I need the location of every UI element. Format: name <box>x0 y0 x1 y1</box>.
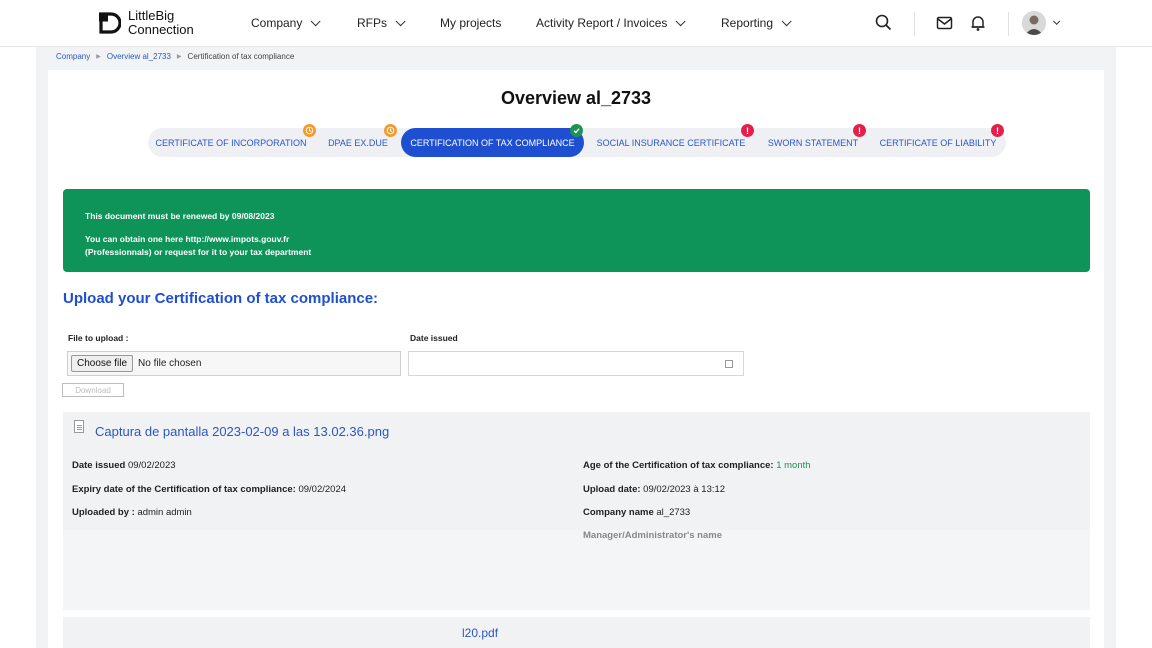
manager-name-field: Manager/Administrator's name <box>583 530 722 541</box>
logo-mark-icon <box>97 11 122 35</box>
breadcrumb-company[interactable]: Company <box>56 52 90 61</box>
pending-clock-icon <box>384 124 397 137</box>
pending-clock-icon <box>303 124 316 137</box>
breadcrumb: Company ▶ Overview al_2733 ▶ Certificati… <box>56 52 294 61</box>
search-icon[interactable] <box>874 13 894 33</box>
date-issued-label: Date issued <box>410 333 458 343</box>
nav-rfps[interactable]: RFPs <box>357 15 406 30</box>
field-label: Date issued <box>72 460 126 471</box>
calendar-icon[interactable] <box>725 360 733 368</box>
tab-certificate-of-liability[interactable]: CERTIFICATE OF LIABILITY <box>872 128 1004 157</box>
field-label: Company name <box>583 507 654 518</box>
field-value: 09/02/2024 <box>298 484 347 495</box>
avatar[interactable] <box>1022 11 1046 35</box>
nav-rfps-label: RFPs <box>357 16 387 30</box>
file-icon <box>74 420 84 433</box>
header-divider <box>914 12 915 36</box>
nav-my-projects-label: My projects <box>440 16 502 30</box>
date-issued-input[interactable] <box>408 351 744 376</box>
file-upload-label: File to upload : <box>68 333 129 343</box>
check-icon <box>570 124 583 137</box>
breadcrumb-overview[interactable]: Overview al_2733 <box>107 52 171 61</box>
nav-company[interactable]: Company <box>251 15 321 30</box>
tab-label: CERTIFICATE OF LIABILITY <box>879 137 997 148</box>
tab-label: SOCIAL INSURANCE CERTIFICATE <box>596 137 746 148</box>
notice-obtain-detail: (Professionnals) or request for it to yo… <box>85 247 312 257</box>
notice-renewal-date: This document must be renewed by 09/08/2… <box>85 211 275 221</box>
page: LittleBig Connection Company RFPs My pro… <box>0 0 1152 648</box>
nav-activity-report-label: Activity Report / Invoices <box>536 16 668 30</box>
field-value: 09/02/2023 à 13:12 <box>643 484 726 495</box>
field-value: admin admin <box>137 507 192 518</box>
next-document-filename-link[interactable]: l20.pdf <box>462 626 498 640</box>
next-document-record <box>63 617 1090 648</box>
tab-social-insurance-certificate[interactable]: SOCIAL INSURANCE CERTIFICATE <box>588 128 754 157</box>
chevron-down-icon <box>676 15 686 26</box>
tab-label: CERTIFICATION OF TAX COMPLIANCE <box>410 137 575 148</box>
tab-label: DPAE EX.DUE <box>328 137 388 148</box>
nav-my-projects[interactable]: My projects <box>440 16 501 30</box>
alert-icon: ! <box>991 124 1004 137</box>
alert-icon: ! <box>853 124 866 137</box>
nav-activity-report[interactable]: Activity Report / Invoices <box>536 15 686 30</box>
nav-reporting-label: Reporting <box>721 16 774 30</box>
field-label: Age of the Certification of tax complian… <box>583 460 774 471</box>
upload-date-field: Upload date: 09/02/2023 à 13:12 <box>583 484 725 495</box>
top-navigation-bar: LittleBig Connection Company RFPs My pro… <box>0 0 1152 47</box>
field-value: al_2733 <box>656 507 691 518</box>
expiry-date-field: Expiry date of the Certification of tax … <box>72 484 346 495</box>
choose-file-button[interactable]: Choose file <box>71 355 134 372</box>
no-file-chosen-text: No file chosen <box>138 358 202 369</box>
tab-certification-of-tax-compliance[interactable]: CERTIFICATION OF TAX COMPLIANCE <box>401 128 584 157</box>
tab-label: SWORN STATEMENT <box>767 137 859 148</box>
field-value: 1 month <box>776 460 811 471</box>
page-title: Overview al_2733 <box>500 88 652 108</box>
nav-reporting[interactable]: Reporting <box>721 15 792 30</box>
age-field: Age of the Certification of tax complian… <box>583 460 811 471</box>
header-divider <box>1008 12 1009 36</box>
brand-logo[interactable]: LittleBig Connection <box>97 9 194 37</box>
field-label: Expiry date of the Certification of tax … <box>72 484 296 495</box>
company-name-field: Company name al_2733 <box>583 507 690 518</box>
nav-company-label: Company <box>251 16 303 30</box>
document-record-continued <box>63 530 1090 610</box>
file-input[interactable]: Choose file No file chosen <box>67 351 401 376</box>
upload-heading: Upload your Certification of tax complia… <box>63 290 379 307</box>
mail-icon[interactable] <box>935 13 955 33</box>
field-value: 09/02/2023 <box>127 460 176 471</box>
chevron-down-icon <box>395 15 406 26</box>
date-issued-field: Date issued 09/02/2023 <box>72 460 176 471</box>
chevron-down-icon[interactable] <box>1053 17 1061 25</box>
bell-icon[interactable] <box>968 13 988 33</box>
alert-icon: ! <box>741 124 754 137</box>
field-label: Upload date: <box>583 484 641 495</box>
renewal-notice: This document must be renewed by 09/08/2… <box>63 189 1090 272</box>
tab-sworn-statement[interactable]: SWORN STATEMENT <box>760 128 866 157</box>
field-label: Uploaded by : <box>72 507 135 518</box>
breadcrumb-current: Certification of tax compliance <box>187 52 295 61</box>
download-button[interactable]: Download <box>62 383 124 397</box>
tab-label: CERTIFICATE OF INCORPORATION <box>155 137 307 148</box>
uploaded-by-field: Uploaded by : admin admin <box>72 507 192 518</box>
document-filename-link[interactable]: Captura de pantalla 2023-02-09 a las 13.… <box>95 424 389 439</box>
brand-name-line1: LittleBig <box>128 8 175 23</box>
tab-certificate-of-incorporation[interactable]: CERTIFICATE OF INCORPORATION <box>150 128 312 157</box>
notice-obtain-link: You can obtain one here http://www.impot… <box>85 234 290 244</box>
breadcrumb-separator-icon: ▶ <box>176 54 182 60</box>
chevron-down-icon <box>781 15 792 26</box>
chevron-down-icon <box>311 15 321 26</box>
breadcrumb-separator-icon: ▶ <box>96 54 101 60</box>
brand-name-line2: Connection <box>128 22 194 37</box>
